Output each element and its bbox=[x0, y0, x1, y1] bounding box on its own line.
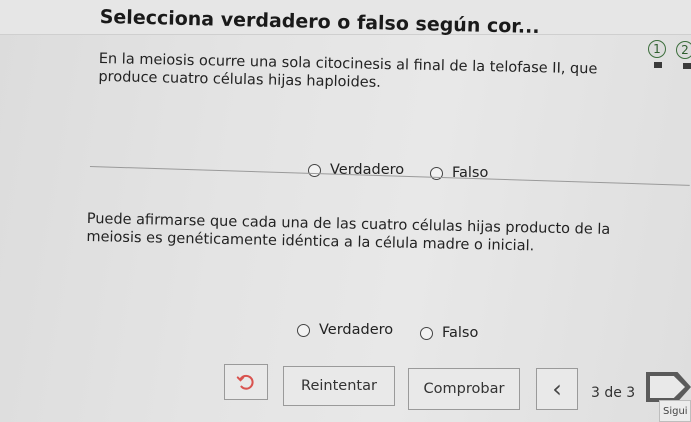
check-button[interactable]: Comprobar bbox=[408, 368, 520, 410]
undo-icon bbox=[236, 374, 254, 390]
option-label: Verdadero bbox=[319, 322, 394, 338]
flag-icon bbox=[683, 63, 691, 69]
option-label: Falso bbox=[442, 325, 479, 341]
previous-button[interactable]: ‹ bbox=[536, 368, 578, 410]
question-2-text: Puede afirmarse que cada una de las cuat… bbox=[86, 210, 611, 255]
question-2-option-verdadero[interactable]: Verdadero bbox=[297, 322, 393, 338]
next-button-label[interactable]: Sigui bbox=[659, 400, 691, 422]
radio-button[interactable] bbox=[420, 326, 433, 340]
chevron-left-icon: ‹ bbox=[552, 375, 562, 403]
question-2-option-falso[interactable]: Falso bbox=[420, 325, 478, 341]
page-counter: 3 de 3 bbox=[591, 385, 636, 401]
retry-button[interactable]: Reintentar bbox=[283, 366, 395, 406]
question-1-text: En la meiosis ocurre una sola citocinesi… bbox=[98, 50, 598, 91]
undo-button[interactable] bbox=[224, 364, 268, 400]
radio-button[interactable] bbox=[308, 163, 321, 177]
radio-button[interactable] bbox=[297, 323, 310, 337]
step-indicator-1[interactable]: 1 bbox=[648, 40, 666, 58]
step-indicator-2[interactable]: 2 bbox=[676, 41, 691, 59]
